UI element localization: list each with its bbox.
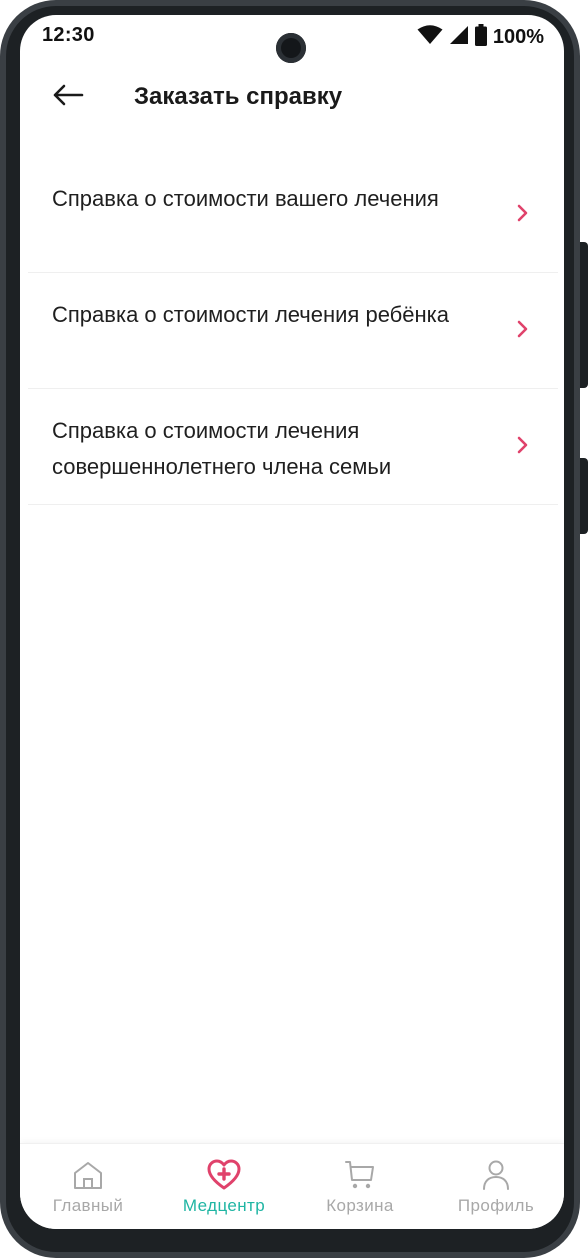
power-button [580, 242, 588, 388]
volume-button [580, 458, 588, 534]
status-icons: 100% [417, 24, 544, 51]
signal-icon [449, 25, 469, 50]
nav-item-cart[interactable]: Корзина [292, 1144, 428, 1229]
list-item-label: Справка о стоимости лечения совершенноле… [52, 418, 392, 479]
app-bar: Заказать справку [20, 69, 564, 125]
phone-screen: 12:30 100% Заказать справку Справка о ст… [20, 15, 564, 1229]
status-time: 12:30 [42, 24, 95, 46]
certificate-list: Справка о стоимости вашего лечения Справ… [28, 157, 558, 505]
chevron-right-icon [516, 435, 530, 455]
list-item-own-treatment[interactable]: Справка о стоимости вашего лечения [28, 157, 558, 273]
nav-item-medcenter[interactable]: Медцентр [156, 1144, 292, 1229]
list-item-label: Справка о стоимости лечения ребёнка [52, 302, 450, 327]
nav-label: Профиль [457, 1196, 535, 1215]
cart-icon [342, 1158, 378, 1192]
person-icon [478, 1158, 514, 1192]
back-button[interactable] [48, 77, 88, 117]
list-item-label: Справка о стоимости вашего лечения [52, 186, 439, 211]
bottom-nav: Главный Медцентр Корзина Профиль [20, 1143, 564, 1229]
arrow-left-icon [52, 83, 84, 112]
nav-label: Главный [52, 1196, 124, 1215]
list-item-child-treatment[interactable]: Справка о стоимости лечения ребёнка [28, 273, 558, 389]
battery-percent: 100% [492, 26, 544, 48]
nav-label: Корзина [326, 1196, 394, 1215]
chevron-right-icon [516, 203, 530, 223]
nav-label: Медцентр [182, 1196, 266, 1215]
nav-item-profile[interactable]: Профиль [428, 1144, 564, 1229]
nav-item-home[interactable]: Главный [20, 1144, 156, 1229]
battery-icon [474, 24, 487, 51]
home-icon [70, 1158, 106, 1192]
front-camera [276, 33, 306, 63]
list-item-adult-family-treatment[interactable]: Справка о стоимости лечения совершенноле… [28, 389, 558, 505]
heart-plus-icon [206, 1158, 242, 1192]
page-title: Заказать справку [134, 83, 343, 110]
chevron-right-icon [516, 319, 530, 339]
wifi-icon [417, 25, 443, 50]
